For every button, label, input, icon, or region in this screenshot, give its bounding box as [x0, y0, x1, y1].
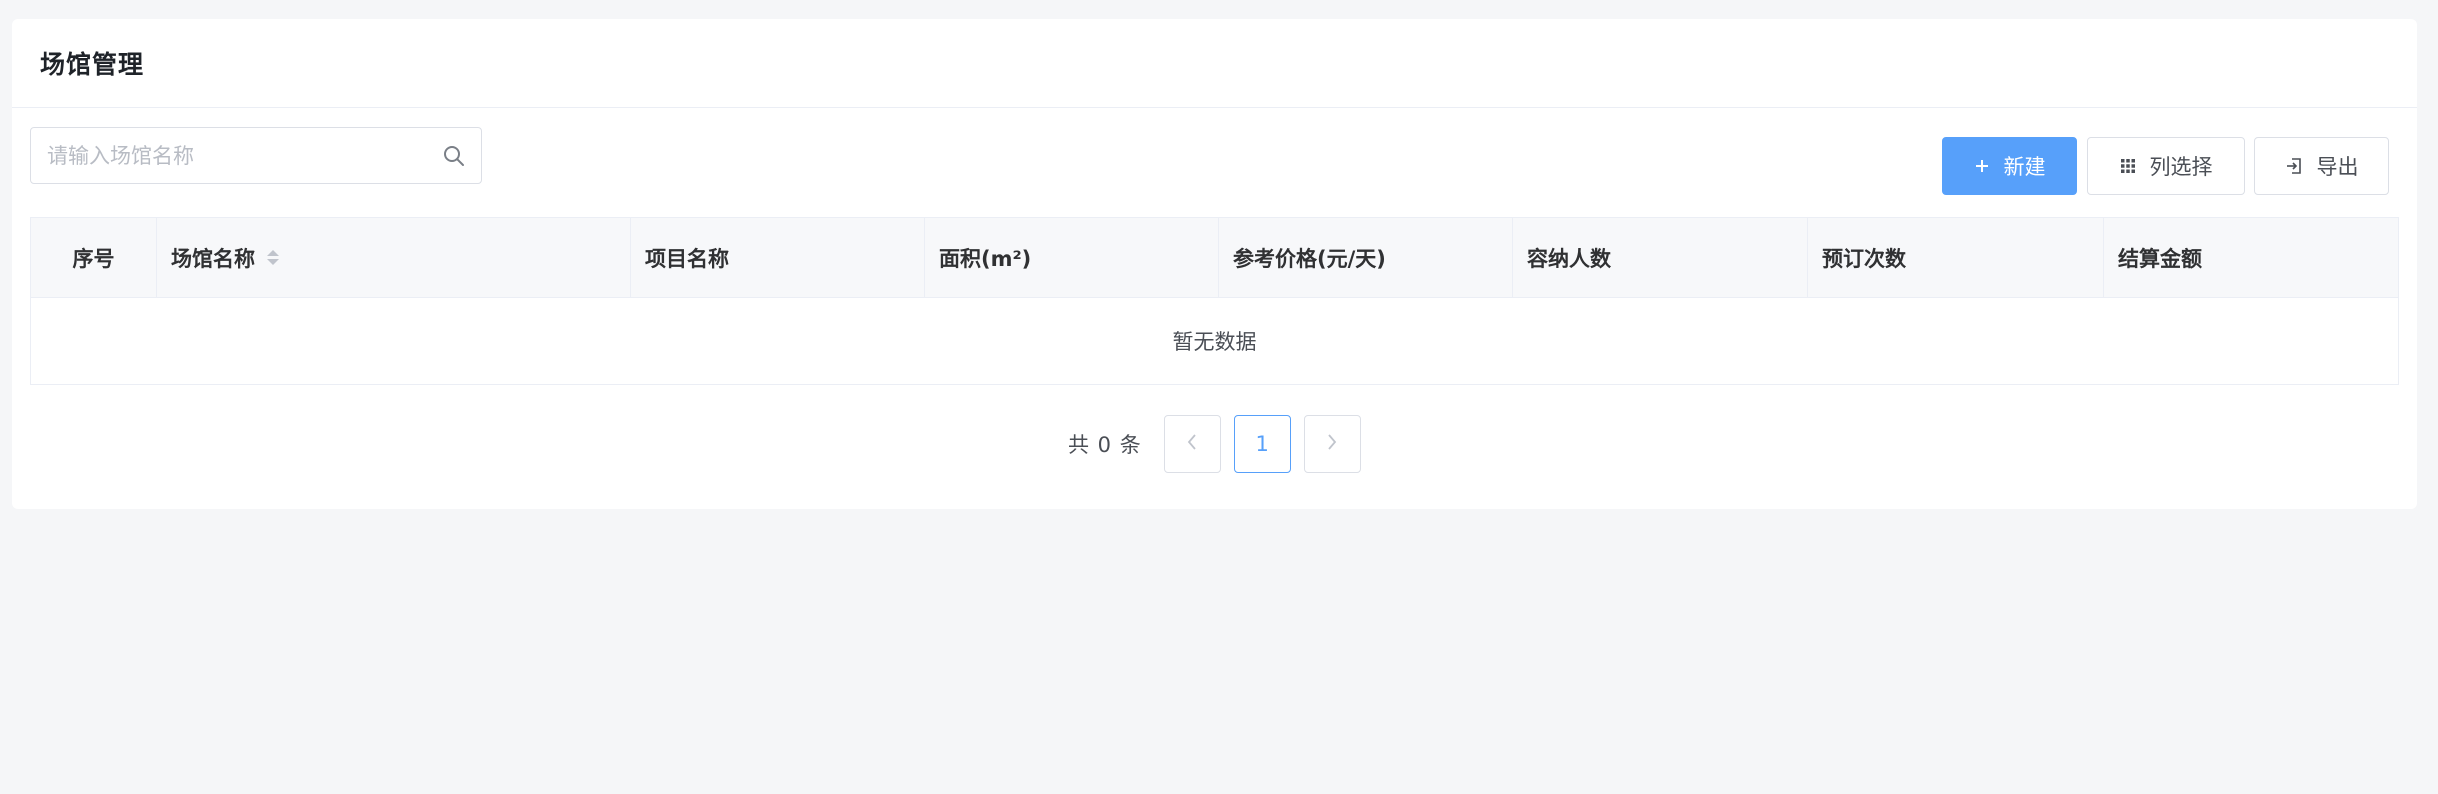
column-label: 容纳人数 [1527, 246, 1611, 271]
column-header-project-name: 项目名称 [631, 218, 925, 297]
new-button-label: 新建 [2003, 155, 2046, 179]
column-header-reference-price: 参考价格(元/天) [1219, 218, 1513, 297]
pagination-total: 共 0 条 [1068, 433, 1142, 457]
column-label: 参考价格(元/天) [1233, 246, 1386, 271]
chevron-left-icon [1186, 432, 1198, 456]
search-icon[interactable] [441, 143, 467, 169]
column-header-capacity: 容纳人数 [1513, 218, 1808, 297]
column-header-index: 序号 [31, 218, 157, 297]
column-label: 序号 [72, 246, 115, 271]
venue-table: 序号 场馆名称 项目名称 面积(m²) 参考价格(元/天) 容纳人数 预订次数 … [30, 217, 2399, 385]
column-label: 面积(m²) [939, 246, 1032, 271]
new-button[interactable]: 新建 [1942, 137, 2077, 195]
export-button[interactable]: 导出 [2254, 137, 2389, 195]
table-header: 序号 场馆名称 项目名称 面积(m²) 参考价格(元/天) 容纳人数 预订次数 … [31, 218, 2398, 298]
sort-icon[interactable] [267, 250, 279, 265]
prev-page-button[interactable] [1163, 415, 1221, 473]
column-label: 结算金额 [2118, 246, 2202, 271]
page-number-button[interactable]: 1 [1233, 415, 1291, 473]
export-label: 导出 [2316, 155, 2359, 179]
pagination: 共 0 条 1 [1068, 415, 1361, 473]
column-select-label: 列选择 [2149, 155, 2213, 179]
column-label: 预订次数 [1822, 246, 1906, 271]
column-select-button[interactable]: 列选择 [2087, 137, 2245, 195]
column-header-settlement-amount: 结算金额 [2104, 218, 2398, 297]
table-empty-state: 暂无数据 [1172, 330, 1257, 354]
column-header-area: 面积(m²) [925, 218, 1219, 297]
page-title: 场馆管理 [40, 50, 145, 79]
card-header: 场馆管理 [12, 19, 2417, 108]
export-icon [2285, 157, 2303, 175]
column-label: 项目名称 [645, 246, 729, 271]
search-box[interactable] [30, 127, 482, 184]
plus-icon [1974, 158, 1990, 174]
grid-icon [2120, 158, 2136, 174]
column-label: 场馆名称 [171, 246, 255, 271]
sort-ascending-icon[interactable] [267, 250, 279, 256]
chevron-right-icon [1326, 432, 1338, 456]
search-input[interactable] [45, 128, 441, 183]
sort-descending-icon[interactable] [267, 259, 279, 265]
column-header-venue-name[interactable]: 场馆名称 [157, 218, 631, 297]
next-page-button[interactable] [1303, 415, 1361, 473]
column-header-booking-count: 预订次数 [1808, 218, 2104, 297]
